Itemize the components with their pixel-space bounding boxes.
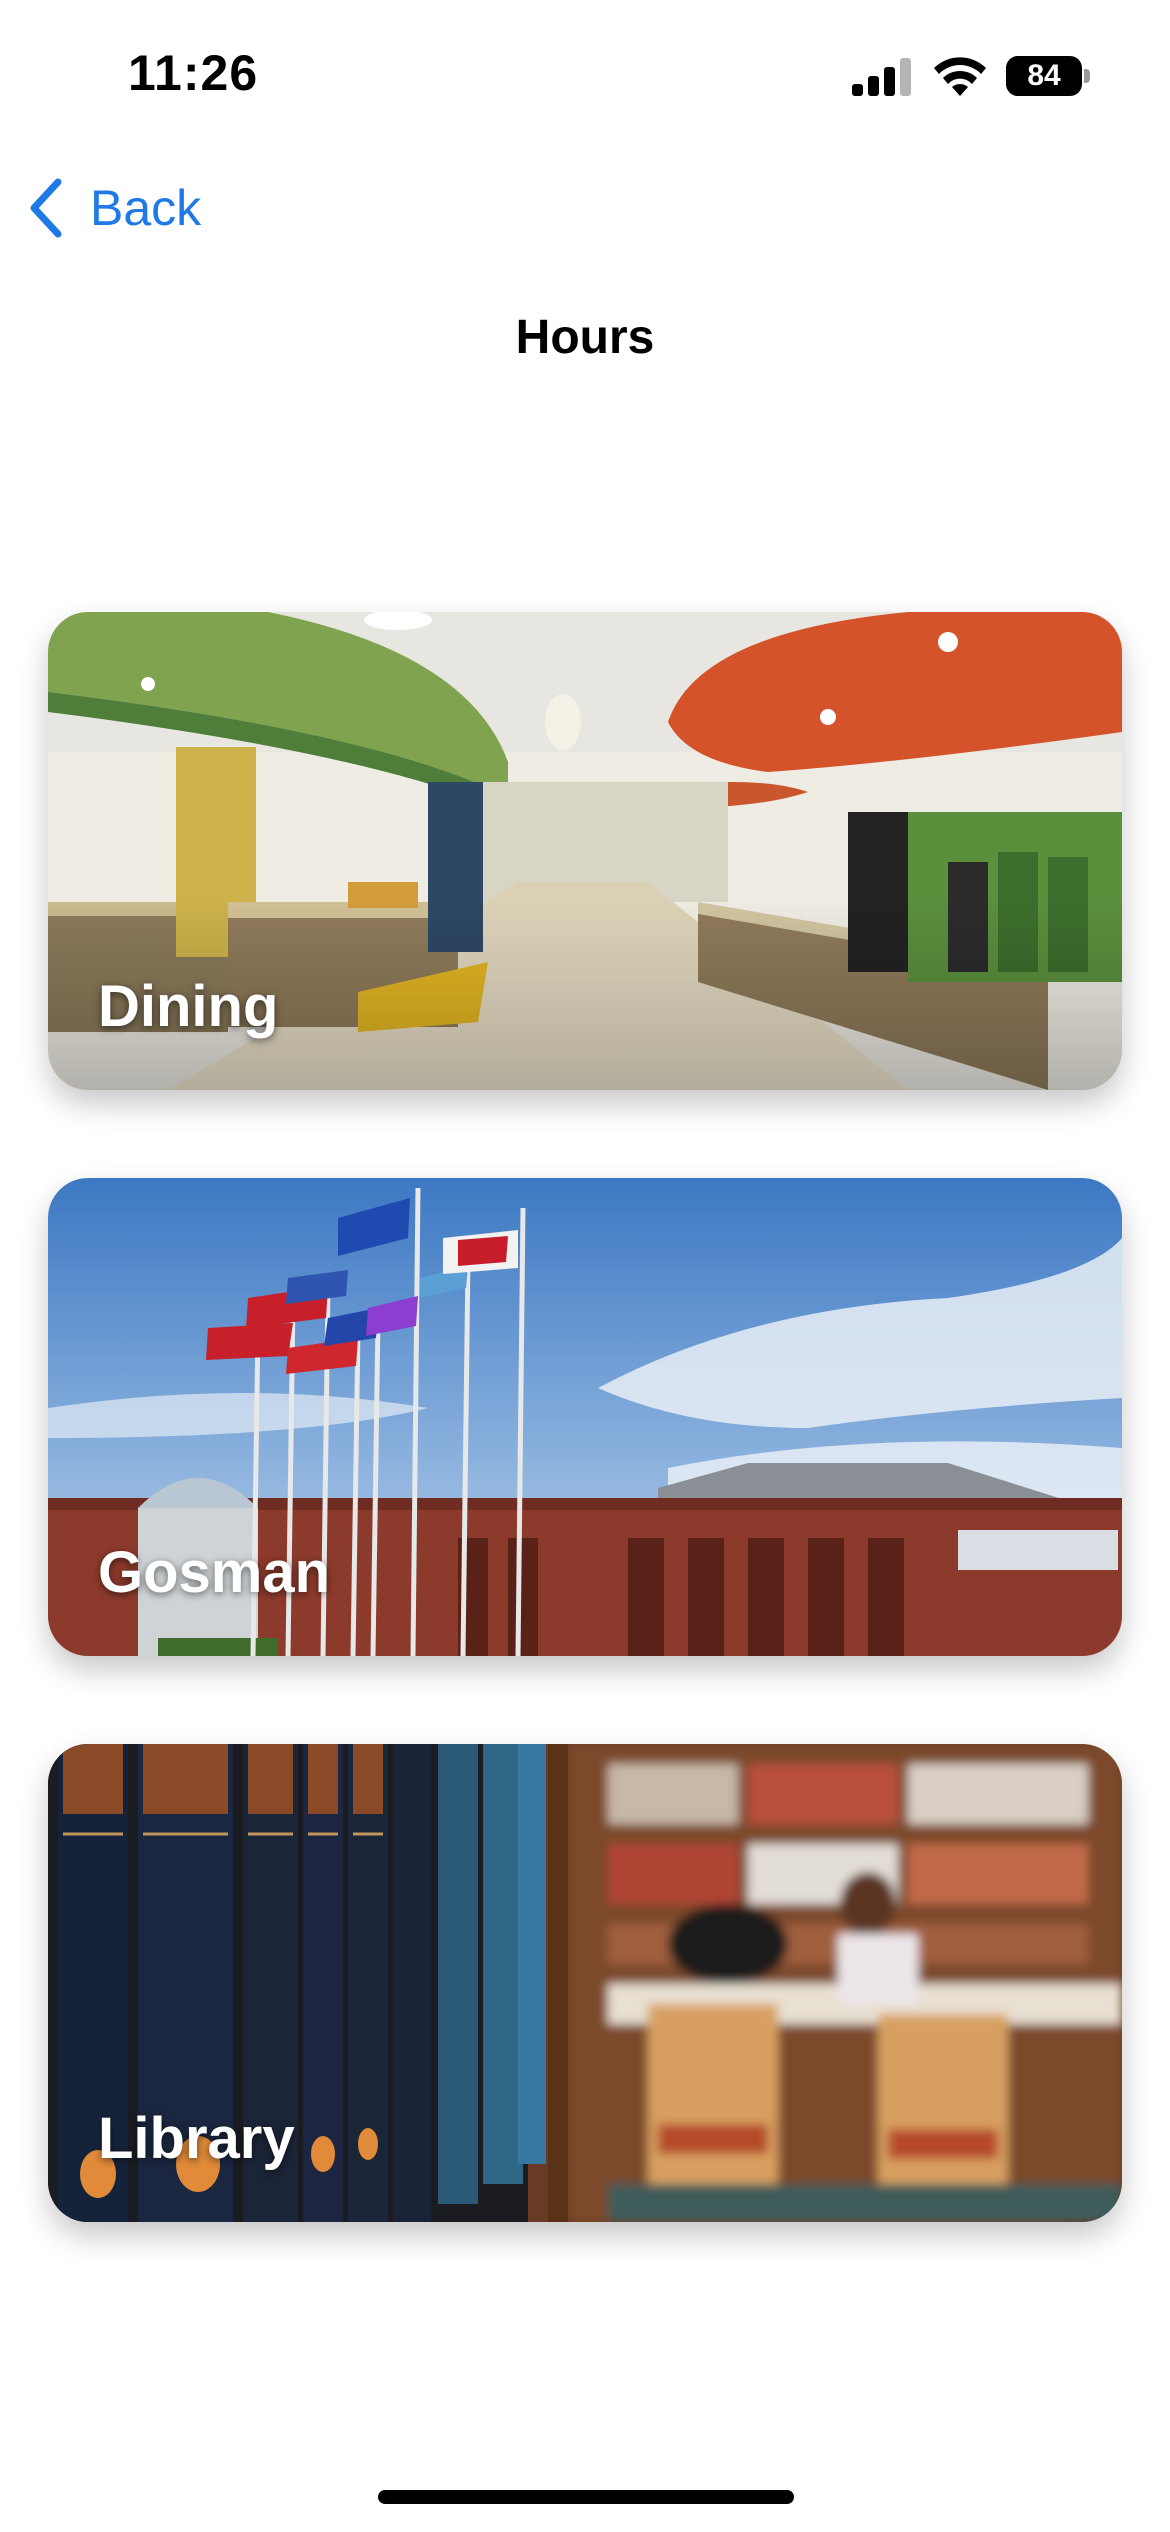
battery-level: 84 [1006,56,1082,96]
hours-screen: 11:26 84 Back Hours Dining Gosman Librar… [0,0,1170,2532]
status-bar: 11:26 84 [0,0,1170,150]
back-button[interactable]: Back [26,176,201,240]
wifi-icon [934,57,986,96]
cellular-signal-icon [852,58,911,96]
back-label: Back [90,180,202,236]
library-card[interactable]: Library [48,1744,1122,2222]
gosman-card[interactable]: Gosman [48,1178,1122,1656]
card-label-dining: Dining [98,974,279,1039]
chevron-left-icon [30,178,62,238]
dining-card[interactable]: Dining [48,612,1122,1090]
battery-icon: 84 [1006,56,1090,96]
page-title: Hours [515,311,655,364]
card-label-gosman: Gosman [98,1540,331,1605]
battery-cap [1084,69,1090,83]
status-time: 11:26 [128,45,259,101]
card-label-library: Library [98,2106,295,2171]
home-indicator[interactable] [378,2490,794,2504]
